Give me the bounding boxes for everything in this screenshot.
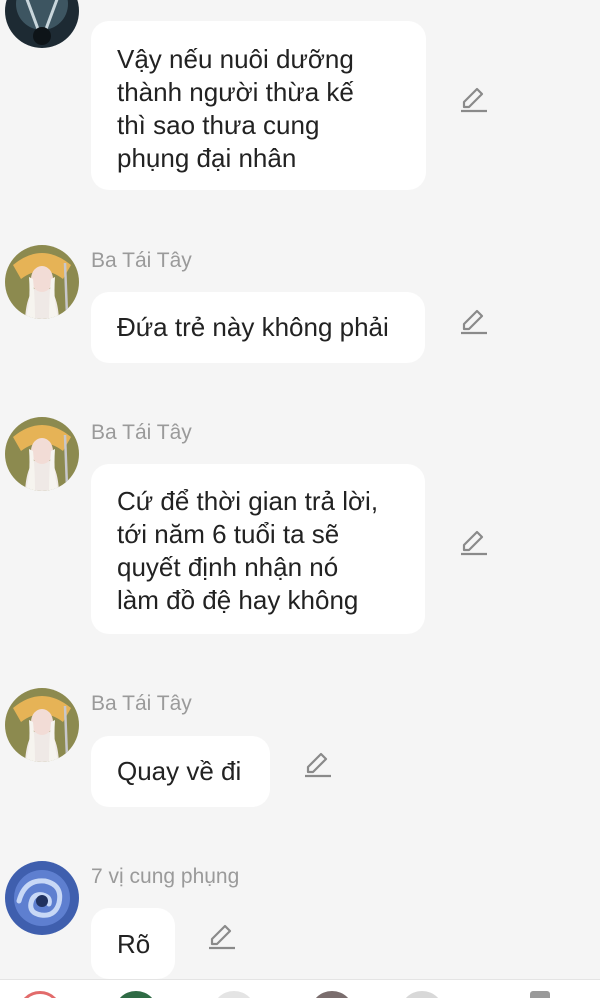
message-bubble[interactable]: Đứa trẻ này không phải [91, 292, 425, 363]
pencil-icon[interactable] [207, 921, 237, 951]
pencil-icon[interactable] [303, 749, 333, 779]
message-text: Cứ để thời gian trả lời, tới năm 6 tuổi … [117, 486, 379, 615]
sender-name: 7 vị cung phụng [91, 865, 240, 888]
sender-name: Ba Tái Tây [91, 249, 192, 272]
avatar[interactable] [5, 417, 79, 491]
bottom-toolbar [0, 979, 600, 998]
message-bubble[interactable]: Quay về đi [91, 736, 270, 807]
pencil-icon[interactable] [459, 527, 489, 557]
pencil-icon[interactable] [459, 306, 489, 336]
ba-tai-tay-avatar-icon [5, 688, 79, 762]
message-bubble[interactable]: Cứ để thời gian trả lời, tới năm 6 tuổi … [91, 464, 425, 634]
message-bubble[interactable]: Rõ [91, 908, 175, 979]
ba-tai-tay-avatar-icon [5, 417, 79, 491]
avatar[interactable] [5, 0, 79, 48]
blue-swirl-avatar-icon [5, 861, 79, 935]
message-text: Quay về đi [117, 756, 242, 786]
avatar[interactable] [5, 245, 79, 319]
ba-tai-tay-avatar-icon [5, 245, 79, 319]
avatar[interactable] [5, 861, 79, 935]
message-text: Đứa trẻ này không phải [117, 312, 389, 342]
avatar[interactable] [5, 688, 79, 762]
sender-name: Ba Tái Tây [91, 421, 192, 444]
sender-name: Ba Tái Tây [91, 692, 192, 715]
pencil-icon[interactable] [459, 84, 489, 114]
message-text: Rõ [117, 929, 151, 959]
dark-figure-avatar-icon [5, 0, 79, 48]
message-bubble[interactable]: Vậy nếu nuôi dưỡng thành người thừa kế t… [91, 21, 426, 190]
message-text: Vậy nếu nuôi dưỡng thành người thừa kế t… [117, 44, 354, 173]
